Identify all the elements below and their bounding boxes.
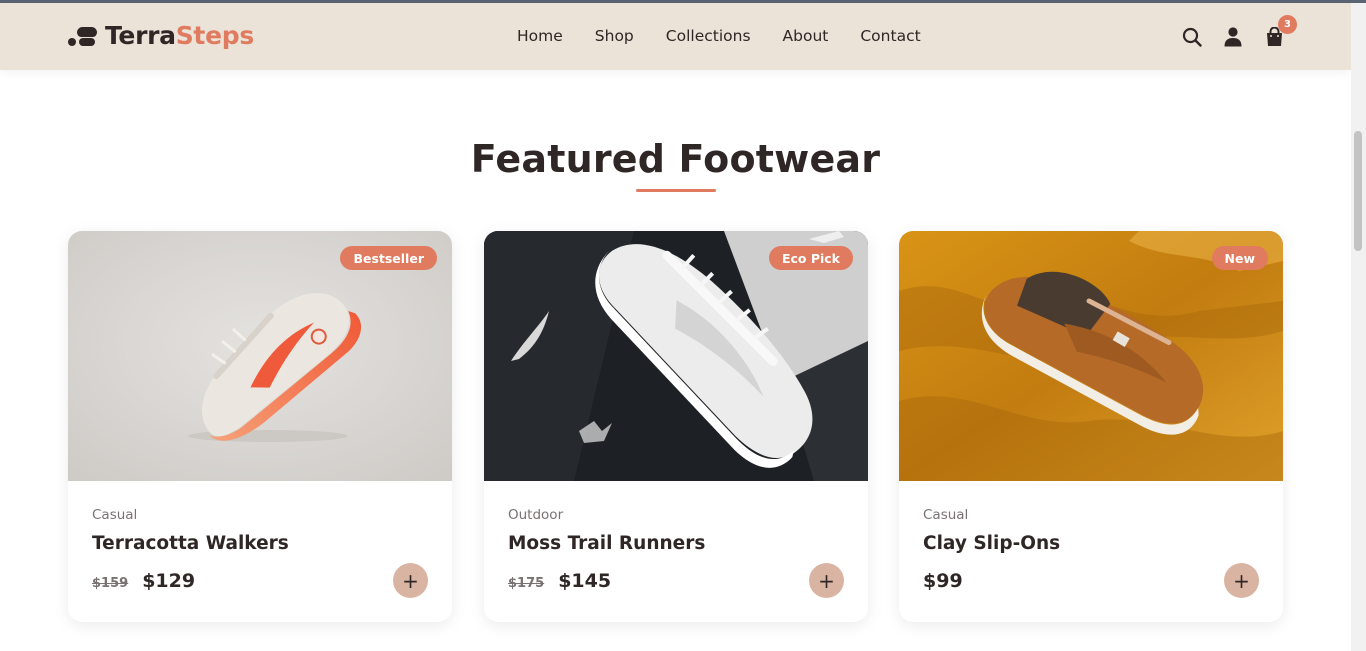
product-tag: Bestseller: [340, 246, 437, 270]
product-category: Outdoor: [508, 507, 564, 523]
product-image[interactable]: Eco Pick: [484, 231, 868, 481]
product-name[interactable]: Terracotta Walkers: [92, 533, 289, 554]
price-row: $99: [923, 570, 963, 592]
product-image[interactable]: Bestseller: [68, 231, 452, 481]
main-nav: Home Shop Collections About Contact: [517, 26, 953, 46]
price-row: $159 $129: [92, 570, 195, 592]
product-category: Casual: [923, 507, 969, 523]
site-header: TerraSteps Home Shop Collections About C…: [0, 3, 1351, 70]
add-to-cart-button[interactable]: +: [809, 563, 844, 598]
brand-logo[interactable]: TerraSteps: [67, 21, 254, 51]
original-price: $175: [508, 576, 545, 591]
nav-about[interactable]: About: [783, 26, 829, 46]
section-title: Featured Footwear: [470, 137, 881, 181]
title-underline: [636, 189, 716, 192]
nav-collections[interactable]: Collections: [666, 26, 751, 46]
header-actions: 3: [1180, 15, 1303, 49]
product-image[interactable]: New: [899, 231, 1283, 481]
add-to-cart-button[interactable]: +: [393, 563, 428, 598]
sale-price: $129: [142, 570, 196, 592]
price-row: $175 $145: [508, 570, 611, 592]
sale-price: $99: [923, 570, 963, 592]
nav-contact[interactable]: Contact: [860, 26, 920, 46]
user-icon[interactable]: [1221, 25, 1245, 49]
product-tag: Eco Pick: [768, 246, 853, 270]
footprint-logo-icon: [67, 23, 99, 49]
brand-name-part1: Terra: [105, 21, 176, 50]
shopping-bag-icon[interactable]: 3: [1262, 15, 1297, 49]
brand-name: TerraSteps: [105, 21, 254, 51]
product-category: Casual: [92, 507, 138, 523]
search-icon[interactable]: [1180, 25, 1204, 49]
brand-name-part2: Steps: [175, 21, 255, 50]
page-scrollbar[interactable]: [1351, 3, 1366, 651]
nav-home[interactable]: Home: [517, 26, 563, 46]
original-price: $159: [92, 576, 129, 591]
product-name[interactable]: Clay Slip-Ons: [923, 533, 1060, 554]
product-card[interactable]: New Casual Clay Slip-Ons $99 +: [899, 231, 1283, 622]
product-name[interactable]: Moss Trail Runners: [508, 533, 705, 554]
product-card[interactable]: Eco Pick Outdoor Moss Trail Runners $175…: [484, 231, 868, 622]
nav-shop[interactable]: Shop: [595, 26, 634, 46]
product-card[interactable]: Bestseller Casual Terracotta Walkers $15…: [68, 231, 452, 622]
cart-count-badge: 3: [1278, 15, 1297, 34]
product-tag: New: [1211, 246, 1268, 270]
scrollbar-thumb[interactable]: [1354, 131, 1362, 251]
add-to-cart-button[interactable]: +: [1224, 563, 1259, 598]
sale-price: $145: [558, 570, 612, 592]
